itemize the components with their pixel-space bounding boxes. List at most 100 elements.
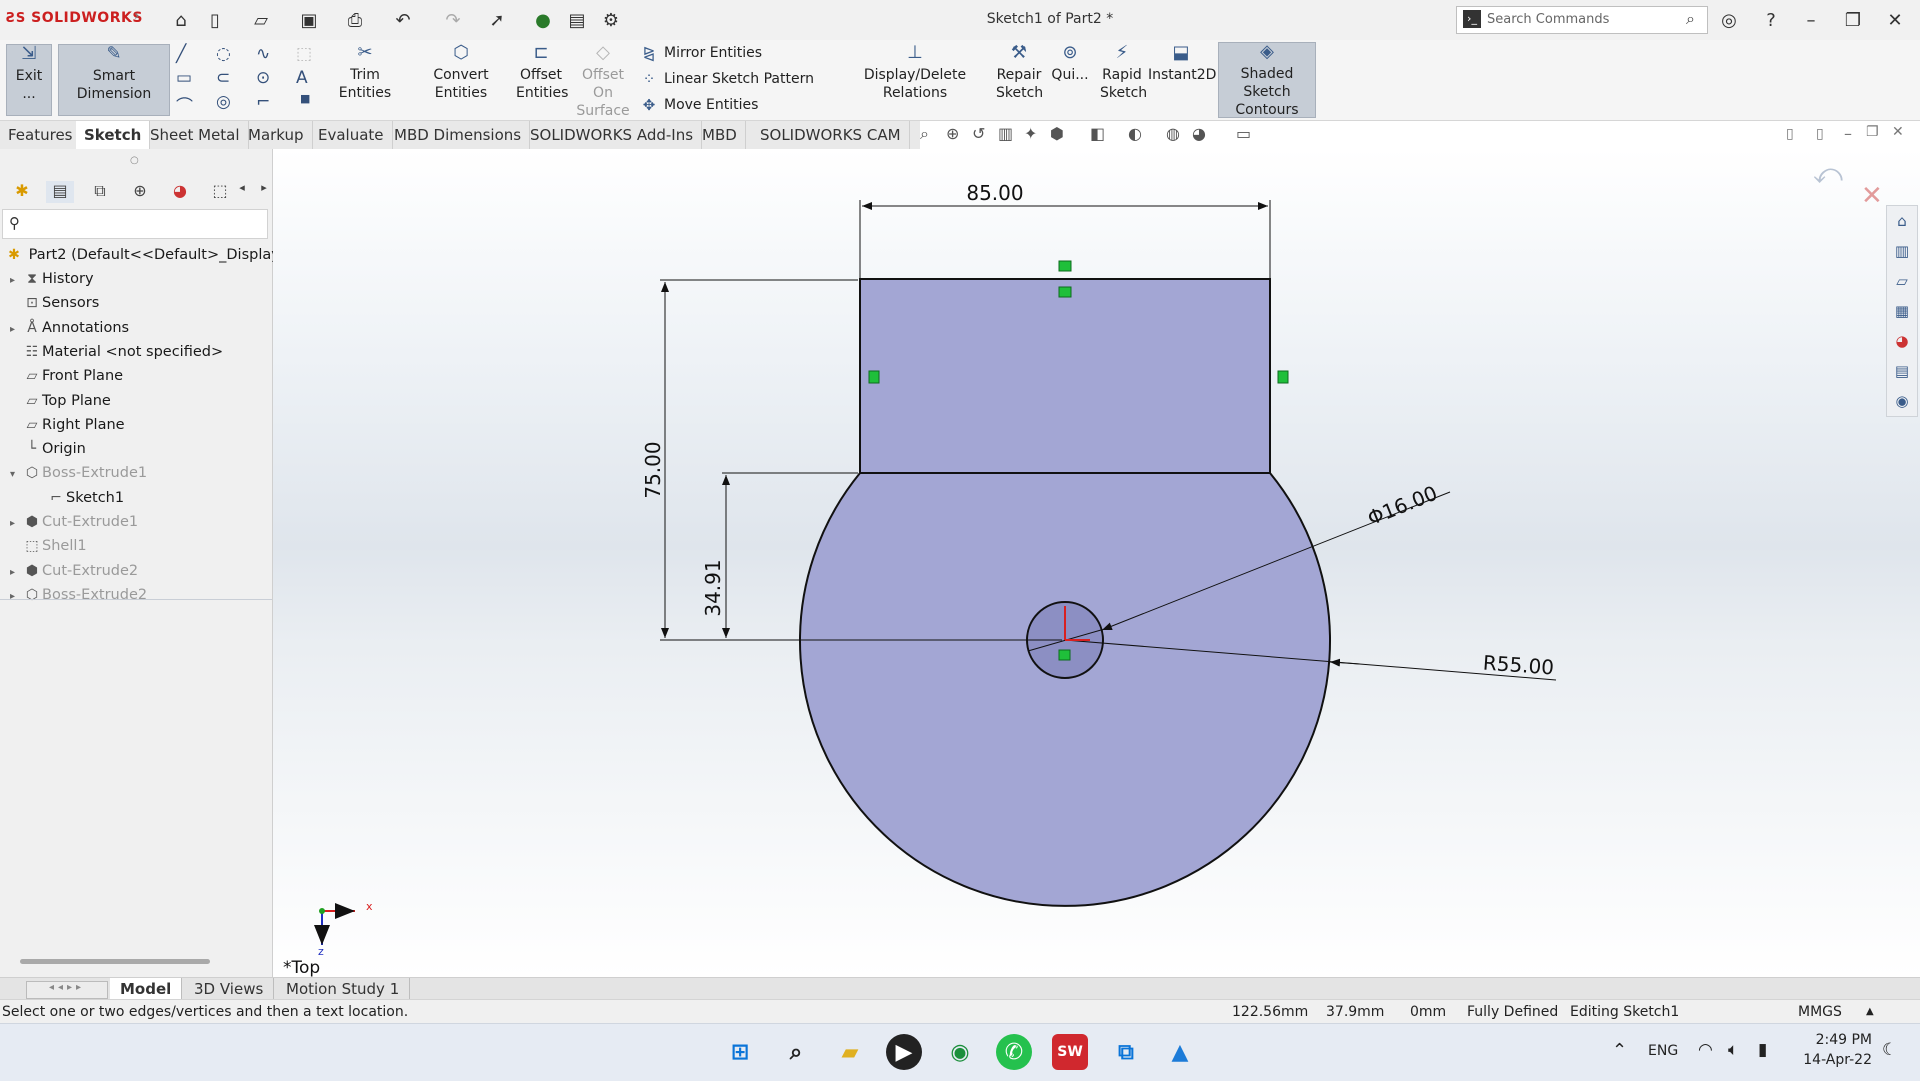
display-delete-relations-button[interactable]: ⊥ Display/Delete Relations — [840, 44, 990, 102]
polygon-icon[interactable]: ⊙ — [256, 68, 270, 88]
tree-item-annotations[interactable]: ▸ Å Annotations — [10, 316, 129, 340]
edit-appearance-icon[interactable]: ◍ — [1166, 124, 1180, 143]
viewport-restore-icon[interactable]: ❐ — [1866, 124, 1879, 140]
tree-item-history[interactable]: ▸ ⧗ History — [10, 267, 94, 291]
close-icon[interactable]: ✕ — [1880, 6, 1910, 34]
tree-item-shell1[interactable]: ⬚ Shell1 — [10, 534, 86, 558]
panel-collapse-handle[interactable]: ○ — [130, 155, 139, 166]
display-style-icon[interactable]: ◧ — [1090, 124, 1105, 143]
dim-width-text[interactable]: 85.00 — [966, 181, 1023, 205]
zoom-to-area-icon[interactable]: ⊕ — [946, 124, 959, 143]
file-explorer-icon[interactable]: ▱ — [1891, 272, 1913, 294]
smart-dimension-button[interactable]: ✎ Smart Dimension — [58, 44, 170, 116]
tree-item-boss-extrude2[interactable]: ▸ ⬡ Boss-Extrude2 — [10, 583, 147, 607]
tab-solidworks-add-ins[interactable]: SOLIDWORKS Add-Ins — [522, 121, 703, 149]
design-library-icon[interactable]: ▥ — [1891, 242, 1913, 264]
origin-fixed-marker[interactable] — [1058, 649, 1071, 661]
user-account-icon[interactable]: ◎ — [1714, 6, 1744, 34]
rectangle-icon[interactable]: ▭ — [176, 68, 192, 88]
shaded-sketch-contours-button[interactable]: ◈ Shaded Sketch Contours — [1218, 42, 1316, 118]
mirror-entities-button[interactable]: ⧎ Mirror Entities — [640, 44, 762, 62]
clock-time[interactable]: 2:49 PM — [1812, 1032, 1872, 1048]
cancel-sketch-icon[interactable]: ✕ — [1861, 181, 1883, 211]
undo-icon[interactable]: ↶ — [390, 8, 416, 32]
confirm-sketch-icon[interactable]: ⤺ — [1813, 157, 1843, 191]
tab-markup[interactable]: Markup — [240, 121, 313, 149]
previous-view-icon[interactable]: ↺ — [972, 124, 985, 143]
appearances-icon[interactable]: ◕ — [1891, 332, 1913, 354]
language-indicator[interactable]: ENG — [1648, 1043, 1678, 1059]
solidworks-resources-icon[interactable]: ⌂ — [1891, 212, 1913, 234]
tree-item-material-not-specified[interactable]: ☷ Material <not specified> — [10, 340, 223, 364]
notifications-icon[interactable]: ☾ — [1882, 1040, 1897, 1060]
tab-mbd[interactable]: MBD — [694, 121, 746, 149]
tree-filter-input[interactable]: ⚲ — [2, 209, 268, 239]
tree-item-top-plane[interactable]: ▱ Top Plane — [10, 389, 111, 413]
viewport-split-icon[interactable]: ▯ — [1816, 126, 1824, 142]
file-properties-icon[interactable]: ▤ — [564, 8, 590, 32]
expand-arrow-icon[interactable]: ▸ — [10, 512, 22, 536]
remote-desktop-icon[interactable]: ⧉ — [1108, 1034, 1144, 1070]
repair-sketch-button[interactable]: ⚒ Repair Sketch — [996, 44, 1043, 102]
feature-manager-tab-icon[interactable]: ✱ — [8, 181, 36, 203]
zoom-to-fit-icon[interactable]: ⌕ — [920, 124, 929, 144]
expand-arrow-icon[interactable]: ▾ — [10, 463, 22, 487]
dim-offset-text[interactable]: 34.91 — [701, 559, 725, 616]
rebuild-icon[interactable]: ● — [530, 8, 556, 32]
display-manager-tab-icon[interactable]: ◕ — [166, 181, 194, 203]
instant2d-button[interactable]: ⬓ Instant2D — [1148, 44, 1216, 84]
whatsapp-icon[interactable]: ✆ — [996, 1034, 1032, 1070]
dim-height-text[interactable]: 75.00 — [641, 441, 665, 498]
viewport-tile-icon[interactable]: ▯ — [1786, 126, 1794, 142]
taskbar-search-icon[interactable]: ⌕ — [778, 1034, 814, 1070]
tab-sheet-metal[interactable]: Sheet Metal — [142, 121, 249, 149]
dim-diameter-text[interactable]: Φ16.00 — [1364, 481, 1441, 531]
tab-3d-views[interactable]: 3D Views — [184, 978, 275, 1000]
tab-scroll-controls[interactable]: ◂◂▸▸ — [26, 981, 108, 999]
wifi-icon[interactable]: ◠ — [1698, 1040, 1713, 1060]
point-icon[interactable]: ■ — [300, 92, 310, 105]
horizontal-relation-marker[interactable] — [1058, 260, 1072, 272]
print-icon[interactable]: ⎙ — [342, 8, 368, 32]
vertical-relation-marker-left[interactable] — [868, 370, 880, 384]
fillet-icon[interactable]: ⌒ — [176, 92, 193, 117]
battery-icon[interactable]: ▮ — [1758, 1040, 1767, 1060]
home-icon[interactable]: ⌂ — [168, 8, 194, 32]
linear-sketch-pattern-button[interactable]: ⁘ Linear Sketch Pattern — [640, 70, 814, 88]
line-icon[interactable]: ╱ — [176, 44, 186, 64]
tab-features[interactable]: Features — [0, 121, 82, 149]
property-manager-tab-icon[interactable]: ▤ — [46, 181, 74, 203]
save-icon[interactable]: ▣ — [296, 8, 322, 32]
circle-icon[interactable]: ◌ — [216, 44, 231, 64]
units-menu-arrow-icon[interactable]: ▲ — [1866, 1006, 1874, 1017]
custom-properties-icon[interactable]: ▤ — [1891, 362, 1913, 384]
slot-icon[interactable]: ⊂ — [216, 68, 230, 88]
viewport-close-icon[interactable]: ✕ — [1892, 124, 1904, 140]
media-player-icon[interactable]: ▶ — [886, 1034, 922, 1070]
hide-show-items-icon[interactable]: ◐ — [1128, 124, 1142, 143]
tree-root-part[interactable]: ✱ Part2 (Default<<Default>_Display S — [4, 243, 294, 267]
expand-arrow-icon[interactable]: ▸ — [10, 561, 22, 585]
trim-entities-button[interactable]: ✂ Trim Entities — [326, 44, 404, 102]
tree-item-front-plane[interactable]: ▱ Front Plane — [10, 364, 123, 388]
solidworks-taskbar-icon[interactable]: SW — [1052, 1034, 1088, 1070]
apply-scene-icon[interactable]: ◕ — [1192, 124, 1206, 143]
open-folder-icon[interactable]: ▱ — [248, 8, 274, 32]
sketch-text-icon[interactable]: A — [296, 68, 308, 88]
panel-horizontal-scrollbar[interactable] — [20, 959, 210, 964]
view-orientation-icon[interactable]: ⬢ — [1050, 124, 1064, 143]
volume-icon[interactable]: 🔈︎ — [1728, 1040, 1738, 1060]
select-pointer-icon[interactable]: ➚ — [484, 8, 510, 32]
tree-item-cut-extrude2[interactable]: ▸ ⬢ Cut-Extrude2 — [10, 559, 138, 583]
search-commands-input[interactable]: ›_ Search Commands ⌕ — [1456, 6, 1708, 34]
section-view-icon[interactable]: ▥ — [998, 124, 1013, 143]
quick-snaps-button[interactable]: ⊚ Qui... — [1050, 44, 1090, 84]
vertical-relation-marker-right[interactable] — [1277, 370, 1289, 384]
tree-item-sketch1[interactable]: ⌐ Sketch1 — [34, 486, 124, 510]
centerline-icon[interactable]: ⌐ — [256, 92, 270, 112]
solidworks-logo[interactable]: ƧS SOLIDWORKS — [6, 10, 143, 26]
windows-start-icon[interactable]: ⊞ — [722, 1034, 758, 1070]
expand-arrow-icon[interactable]: ▸ — [10, 585, 22, 609]
dynamic-annotation-icon[interactable]: ✦ — [1024, 124, 1037, 143]
restore-icon[interactable]: ❐ — [1838, 6, 1868, 34]
